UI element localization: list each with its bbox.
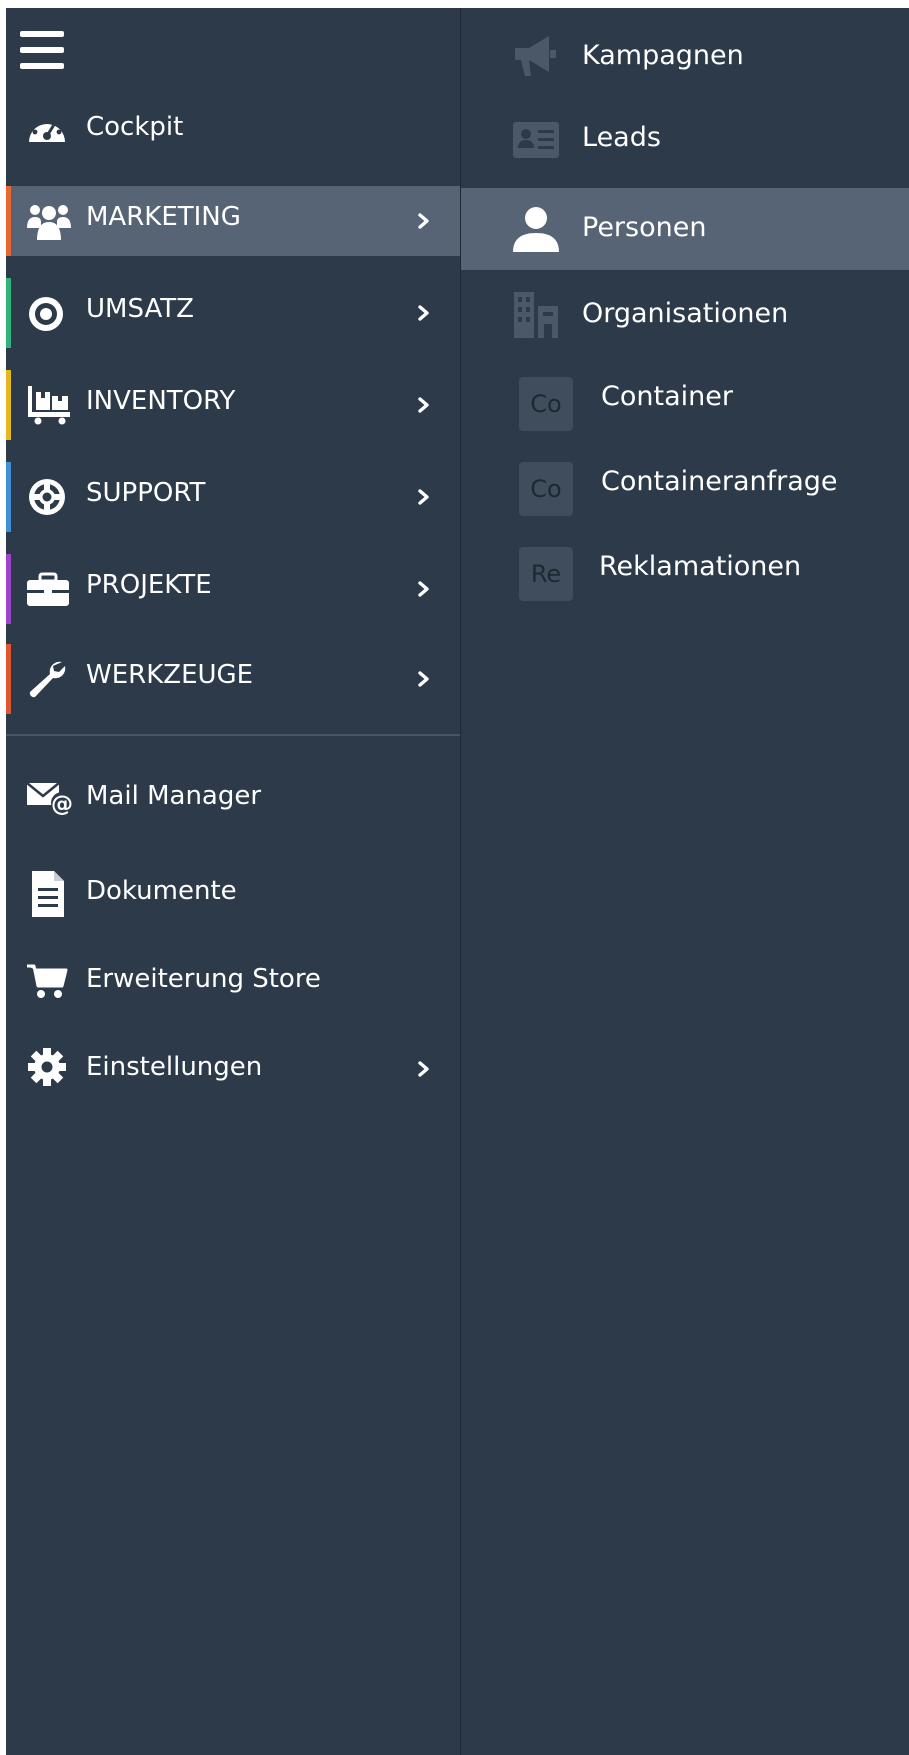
sidebar-item-mail-manager[interactable]: @ Mail Manager xyxy=(6,761,460,831)
sidebar-item-erweiterung-store[interactable]: Erweiterung Store xyxy=(6,944,460,1014)
warehouse-cart-icon xyxy=(26,384,70,426)
chevron-right-icon xyxy=(414,208,434,234)
submenu-item-organisationen[interactable]: Organisationen xyxy=(461,274,909,356)
sidebar-item-label: WERKZEUGE xyxy=(86,660,254,690)
reklamationen-badge: Re xyxy=(519,547,573,601)
accent-bar xyxy=(6,370,11,440)
cart-icon xyxy=(26,958,72,1000)
sidebar-item-projekte[interactable]: PROJEKTE xyxy=(6,554,460,624)
sidebar-item-label: Dokumente xyxy=(86,876,237,906)
submenu-item-label: Leads xyxy=(582,122,661,153)
chevron-right-icon xyxy=(414,576,434,602)
submenu-item-label: Personen xyxy=(582,212,707,243)
chevron-right-icon xyxy=(414,484,434,510)
sidebar-item-marketing[interactable]: MARKETING xyxy=(6,186,460,256)
sidebar-item-label: PROJEKTE xyxy=(86,570,212,600)
submenu-item-personen[interactable]: Personen xyxy=(461,188,909,270)
marketing-submenu: Kampagnen Leads Personen Organisationen … xyxy=(461,8,909,1755)
accent-bar xyxy=(6,644,11,714)
submenu-item-containeranfrage[interactable]: Co Containeranfrage xyxy=(461,445,909,527)
building-icon xyxy=(511,290,561,340)
hamburger-menu-icon[interactable] xyxy=(20,31,64,71)
sidebar-item-support[interactable]: SUPPORT xyxy=(6,462,460,532)
sidebar-item-inventory[interactable]: INVENTORY xyxy=(6,370,460,440)
accent-bar xyxy=(6,462,11,532)
target-icon xyxy=(26,292,68,334)
chevron-right-icon xyxy=(414,1056,434,1082)
submenu-item-label: Kampagnen xyxy=(582,40,744,71)
submenu-item-label: Reklamationen xyxy=(599,551,802,582)
sidebar-item-werkzeuge[interactable]: WERKZEUGE xyxy=(6,644,460,714)
sidebar-item-label: Erweiterung Store xyxy=(86,964,321,994)
sidebar-item-label: Mail Manager xyxy=(86,781,262,811)
chevron-right-icon xyxy=(414,392,434,418)
submenu-item-container[interactable]: Co Container xyxy=(461,360,909,442)
sidebar-item-label: SUPPORT xyxy=(86,478,206,508)
document-icon xyxy=(26,870,72,917)
sidebar-item-label: Einstellungen xyxy=(86,1052,263,1082)
dashboard-icon xyxy=(26,110,68,152)
sidebar-item-label: Cockpit xyxy=(86,112,184,142)
sidebar-item-einstellungen[interactable]: Einstellungen xyxy=(6,1032,460,1102)
sidebar: Cockpit MARKETING UMSATZ INVENTORY SUPPO… xyxy=(6,8,461,1755)
containeranfrage-badge: Co xyxy=(519,462,573,516)
mail-at-icon: @ xyxy=(26,775,73,817)
accent-bar xyxy=(6,554,11,624)
sidebar-item-cockpit[interactable]: Cockpit xyxy=(6,96,460,166)
briefcase-icon xyxy=(26,568,69,610)
sidebar-item-umsatz[interactable]: UMSATZ xyxy=(6,278,460,348)
submenu-item-label: Containeranfrage xyxy=(601,466,838,497)
sidebar-item-dokumente[interactable]: Dokumente xyxy=(6,856,460,926)
submenu-item-label: Container xyxy=(601,381,733,412)
wrench-icon xyxy=(26,658,68,700)
gear-icon xyxy=(26,1046,72,1088)
svg-text:@: @ xyxy=(51,792,73,817)
submenu-item-reklamationen[interactable]: Re Reklamationen xyxy=(461,530,909,612)
person-icon xyxy=(511,204,561,254)
submenu-item-label: Organisationen xyxy=(582,298,789,329)
lifebuoy-icon xyxy=(26,476,68,518)
users-icon xyxy=(26,200,71,242)
sidebar-divider xyxy=(6,734,460,736)
chevron-right-icon xyxy=(414,300,434,326)
accent-bar xyxy=(6,186,11,256)
sidebar-item-label: INVENTORY xyxy=(86,386,236,416)
megaphone-icon xyxy=(511,32,561,82)
chevron-right-icon xyxy=(414,666,434,692)
submenu-item-leads[interactable]: Leads xyxy=(461,98,909,180)
app-window: Cockpit MARKETING UMSATZ INVENTORY SUPPO… xyxy=(6,8,909,1755)
accent-bar xyxy=(6,278,11,348)
submenu-item-kampagnen[interactable]: Kampagnen xyxy=(461,16,909,98)
sidebar-item-label: MARKETING xyxy=(86,202,241,232)
sidebar-item-label: UMSATZ xyxy=(86,294,194,324)
id-card-icon xyxy=(511,114,561,164)
container-badge: Co xyxy=(519,377,573,431)
